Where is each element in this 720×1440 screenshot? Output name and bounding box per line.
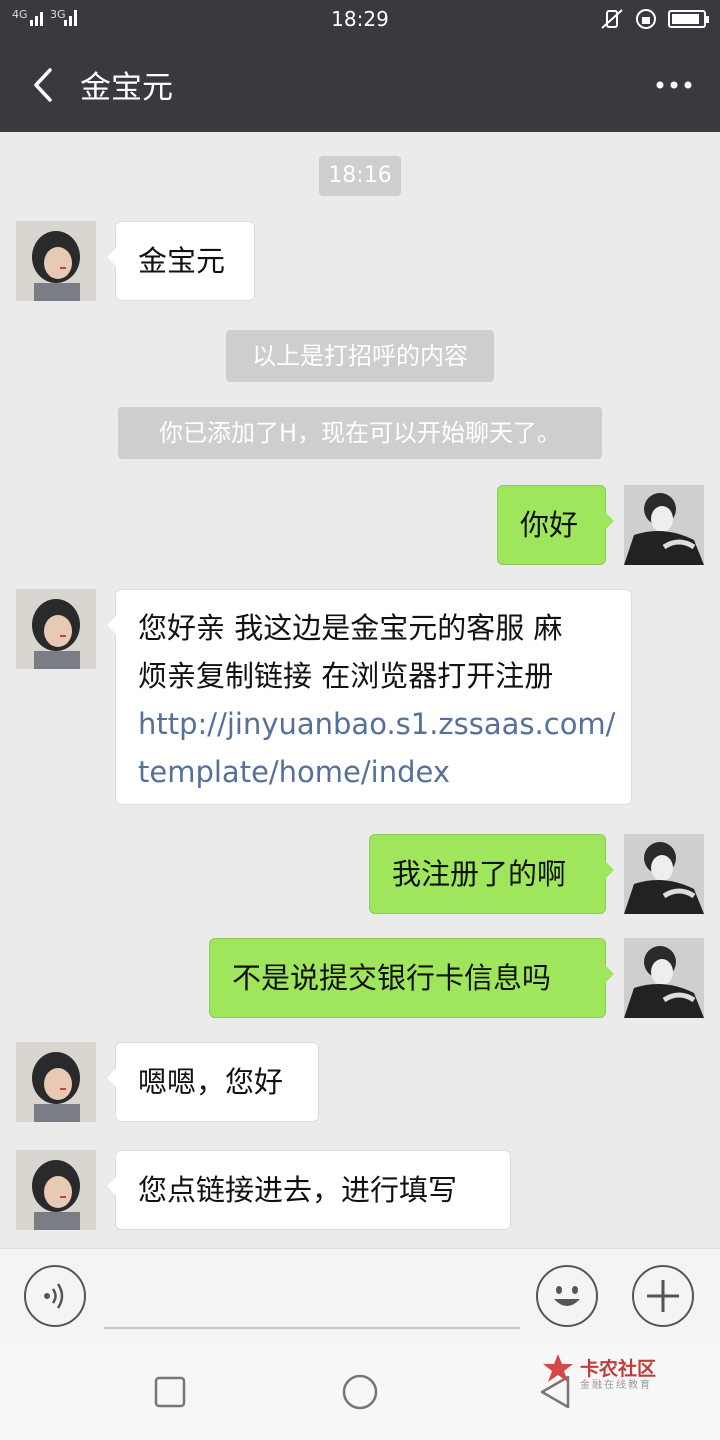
message-input-field[interactable] (104, 1327, 520, 1329)
message-text: 金宝元 (138, 244, 226, 278)
system-notice: 你已添加了H，现在可以开始聊天了。 (118, 407, 602, 459)
contact-avatar[interactable] (16, 1150, 96, 1230)
self-avatar[interactable] (624, 834, 704, 914)
self-avatar[interactable] (624, 938, 704, 1018)
message-text: 嗯嗯，您好 (138, 1065, 284, 1099)
message-link[interactable]: http://jinyuanbao.s1.zssaas.com/ (138, 700, 615, 748)
smiley-face-icon (554, 1286, 580, 1306)
incoming-message[interactable]: 嗯嗯，您好 (107, 1042, 319, 1122)
message-text: 你好 (520, 508, 579, 542)
message-line: 您好亲 我这边是金宝元的客服 麻 (138, 611, 563, 645)
incoming-message[interactable]: 您好亲 我这边是金宝元的客服 麻 烦亲复制链接 在浏览器打开注册 http://… (107, 589, 632, 805)
contact-avatar[interactable] (16, 589, 96, 669)
chat-title: 金宝元 (80, 70, 173, 106)
plus-sign-icon (647, 1280, 679, 1312)
timestamp-chip: 18:16 (319, 156, 401, 196)
voice-icon[interactable] (24, 1265, 86, 1327)
watermark-subtitle: 金融在线教育 (580, 1380, 652, 1391)
message-text: 我注册了的啊 (392, 857, 567, 891)
input-bar (0, 1248, 720, 1345)
status-bar: 4G 3G 18:29 (0, 0, 720, 38)
contact-avatar[interactable] (16, 221, 96, 301)
incoming-message[interactable]: 您点链接进去，进行填写 (107, 1150, 511, 1230)
chat-area[interactable]: 18:16 金宝元 以上是打招呼的内容 你已添加了H，现在可以开始聊天了。 你好… (0, 132, 720, 1248)
emoji-icon[interactable] (536, 1265, 598, 1327)
chevron-left-icon[interactable] (24, 60, 64, 110)
chat-header: 金宝元 (0, 38, 720, 132)
vibrate-icon (601, 9, 623, 29)
outgoing-message[interactable]: 不是说提交银行卡信息吗 (209, 938, 614, 1018)
outgoing-message[interactable]: 你好 (497, 485, 614, 565)
circle-icon[interactable] (342, 1374, 378, 1410)
more-dots-icon[interactable] (654, 70, 694, 100)
outgoing-message[interactable]: 我注册了的啊 (369, 834, 614, 914)
system-notice: 以上是打招呼的内容 (226, 330, 494, 382)
incoming-message[interactable]: 金宝元 (107, 221, 255, 301)
square-icon[interactable] (154, 1376, 186, 1408)
watermark-logo-icon (543, 1354, 573, 1382)
message-text: 不是说提交银行卡信息吗 (232, 961, 552, 995)
message-link[interactable]: template/home/index (138, 748, 609, 796)
contact-avatar[interactable] (16, 1042, 96, 1122)
voice-waves-icon (44, 1283, 64, 1309)
plus-icon[interactable] (632, 1265, 694, 1327)
rotation-lock-icon (636, 9, 656, 29)
self-avatar[interactable] (624, 485, 704, 565)
message-line: 烦亲复制链接 在浏览器打开注册 (138, 659, 554, 693)
battery-icon (668, 10, 709, 28)
message-text: 您点链接进去，进行填写 (138, 1173, 458, 1207)
